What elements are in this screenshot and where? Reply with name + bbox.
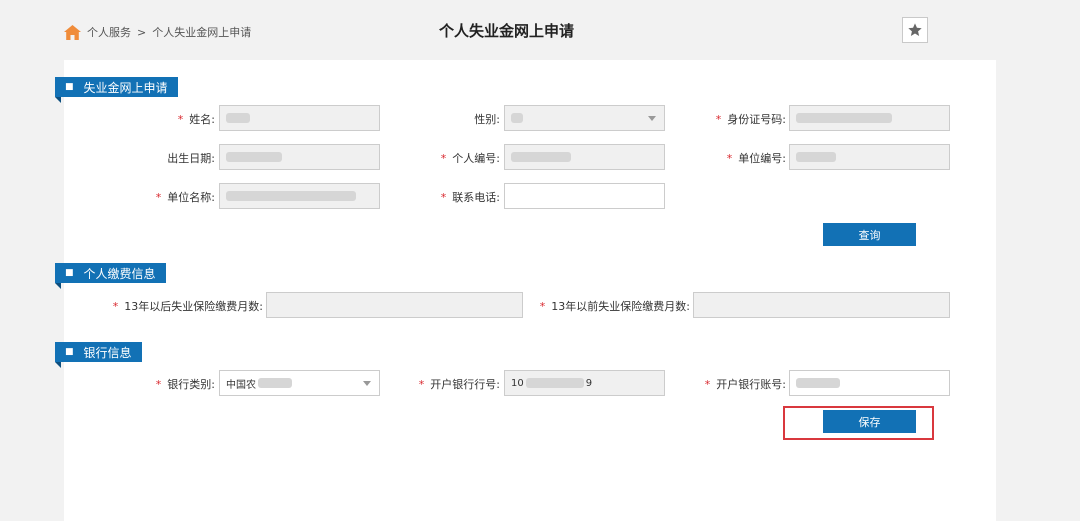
bank-type-label: * 银行类别: <box>155 378 215 391</box>
bank-code-label: * 开户银行行号: <box>418 378 500 391</box>
unit-no-label: * 单位编号: <box>726 152 786 165</box>
gender-select[interactable] <box>504 105 665 131</box>
birth-date-label: 出生日期: <box>167 152 215 165</box>
unit-no-field[interactable] <box>789 144 950 170</box>
section-apply-title: 失业金网上申请 <box>83 80 168 95</box>
redacted-value <box>511 152 571 162</box>
bank-code-field[interactable]: 10 9 <box>504 370 665 396</box>
redacted-value <box>796 152 836 162</box>
bank-account-label: * 开户银行账号: <box>704 378 786 391</box>
page-title: 个人失业金网上申请 <box>438 22 574 40</box>
section-payment-title: 个人缴费信息 <box>83 266 156 281</box>
top-bar: 个人服务 > 个人失业金网上申请 个人失业金网上申请 <box>0 0 1080 60</box>
chevron-down-icon <box>363 381 371 386</box>
bank-account-field[interactable] <box>789 370 950 396</box>
redacted-value <box>525 378 584 388</box>
name-label: * 姓名: <box>177 113 215 126</box>
birth-date-field[interactable] <box>219 144 380 170</box>
section-apply-header: ■ 失业金网上申请 <box>55 77 178 103</box>
bullet-icon: ■ <box>65 82 74 92</box>
months-after-13-label: * 13年以后失业保险缴费月数: <box>112 300 263 313</box>
person-no-label: * 个人编号: <box>440 152 500 165</box>
name-field[interactable] <box>219 105 380 131</box>
unit-name-label: * 单位名称: <box>155 191 215 204</box>
save-highlight-box <box>783 406 934 440</box>
person-no-field[interactable] <box>504 144 665 170</box>
phone-label: * 联系电话: <box>440 191 500 204</box>
months-after-13-field[interactable] <box>266 292 523 318</box>
id-number-field[interactable] <box>789 105 950 131</box>
months-before-13-field[interactable] <box>693 292 950 318</box>
redacted-value <box>226 191 356 201</box>
bullet-icon: ■ <box>65 347 74 357</box>
redacted-value <box>258 378 292 388</box>
months-before-13-label: * 13年以前失业保险缴费月数: <box>539 300 690 313</box>
section-bank-title: 银行信息 <box>83 345 132 360</box>
phone-field[interactable] <box>504 183 665 209</box>
star-icon <box>908 23 922 36</box>
id-number-label: * 身份证号码: <box>715 113 786 126</box>
redacted-value <box>796 378 840 388</box>
chevron-down-icon <box>648 116 656 121</box>
redacted-value <box>511 113 523 123</box>
gender-label: 性别: <box>474 113 500 126</box>
redacted-value <box>226 152 282 162</box>
section-bank-header: ■ 银行信息 <box>55 342 142 368</box>
bank-type-select[interactable]: 中国农 <box>219 370 380 396</box>
bullet-icon: ■ <box>65 268 74 278</box>
favorite-button[interactable] <box>902 17 928 43</box>
unit-name-field[interactable] <box>219 183 380 209</box>
redacted-value <box>796 113 892 123</box>
section-payment-header: ■ 个人缴费信息 <box>55 263 166 289</box>
query-button[interactable]: 查询 <box>823 223 916 246</box>
redacted-value <box>226 113 250 123</box>
